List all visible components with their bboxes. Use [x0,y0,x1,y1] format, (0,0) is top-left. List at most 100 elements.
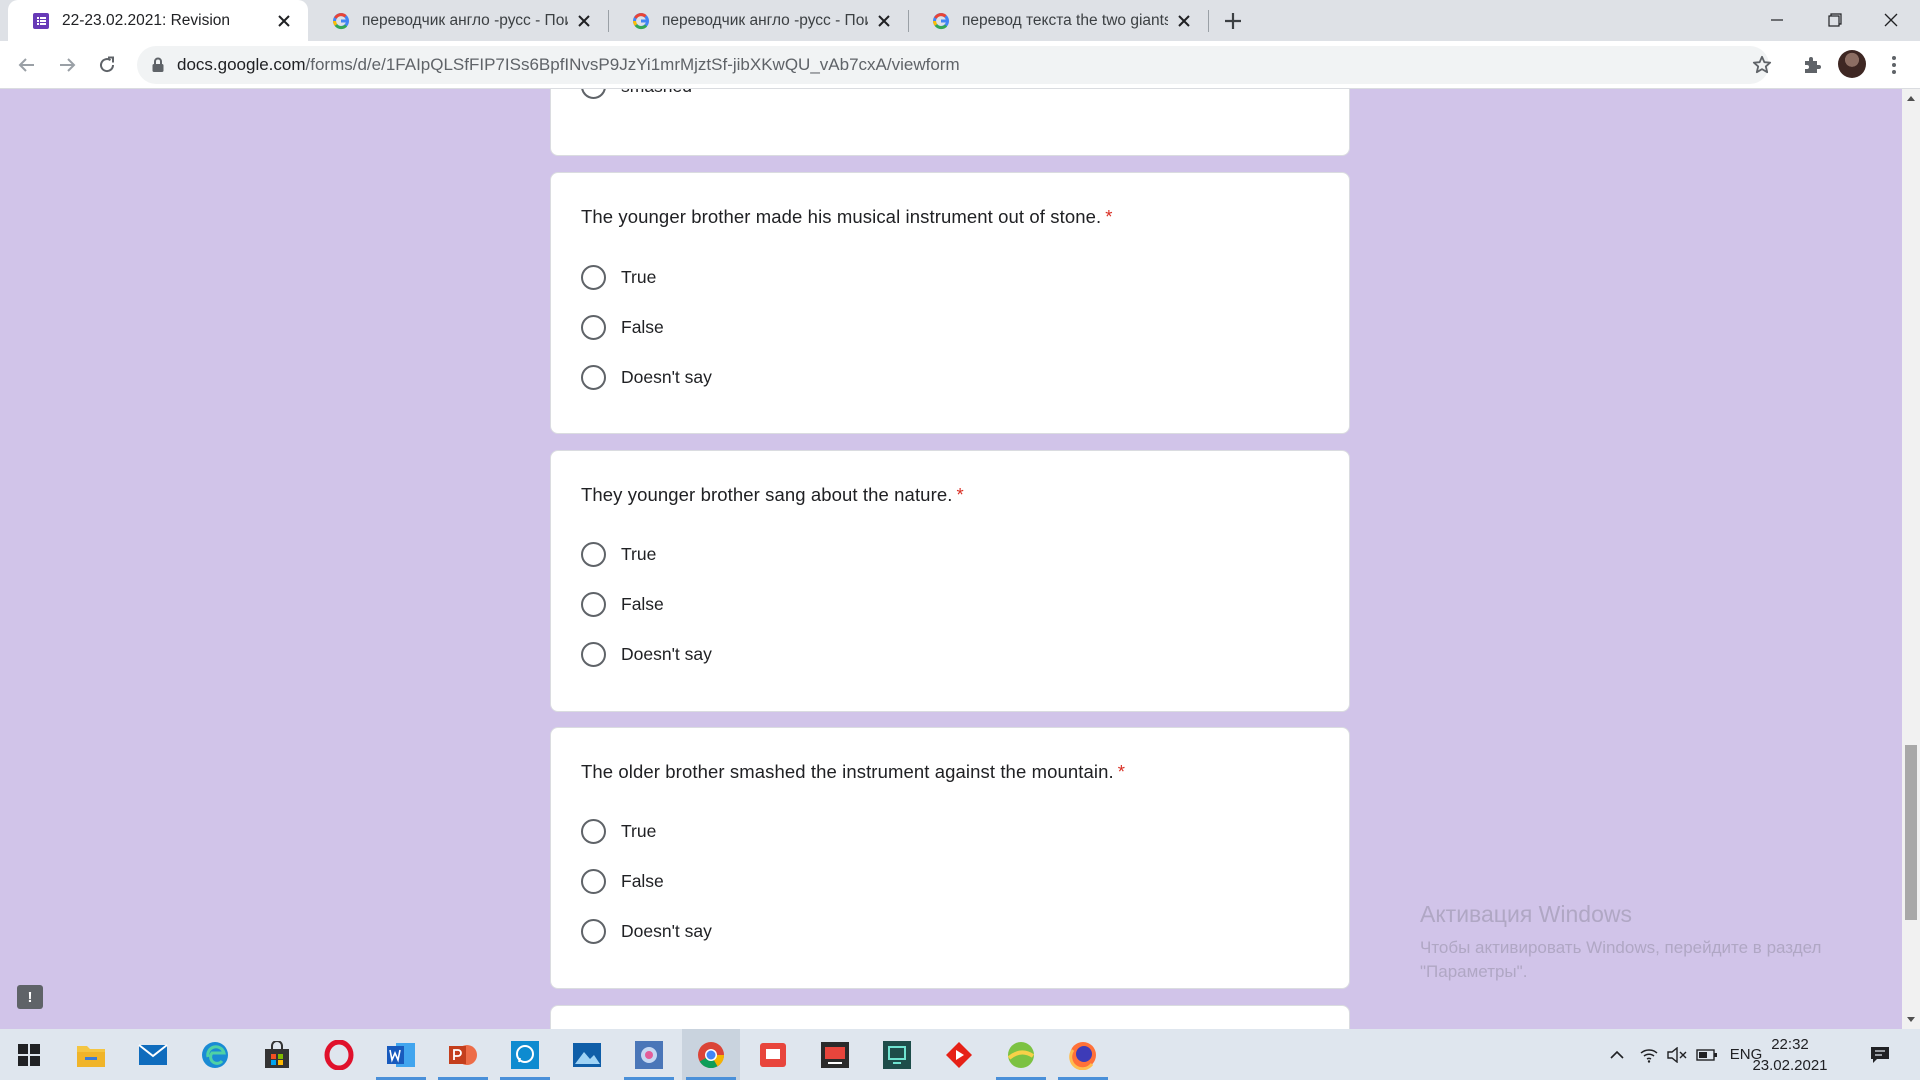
address-bar[interactable]: docs.google.com/forms/d/e/1FAIpQLSfFIP7I… [137,46,1769,84]
windows-taskbar: ENG 22:32 23.02.2021 [0,1029,1920,1080]
close-tab-icon[interactable] [874,11,894,31]
chrome-icon [698,1041,725,1068]
chevron-up-icon [1610,1050,1624,1059]
restore-icon [1828,13,1842,27]
close-tab-icon[interactable] [1174,11,1194,31]
close-tab-icon[interactable] [574,11,594,31]
option-doesnt-say[interactable]: Doesn't say [581,916,712,946]
battery-status[interactable] [1694,1029,1720,1080]
browser-toolbar: docs.google.com/forms/d/e/1FAIpQLSfFIP7I… [0,41,1920,89]
radio-button[interactable] [581,541,606,567]
tab-revision[interactable]: 22-23.02.2021: Revision [8,0,308,41]
taskbar-opera[interactable] [310,1029,368,1080]
taskbar-chrome[interactable] [682,1029,740,1080]
tab-title: переводчик англо -русс - Поиск [362,11,568,29]
scrollbar-thumb[interactable] [1905,745,1917,920]
photos-icon [573,1042,601,1067]
option-label: False [621,316,664,337]
volume-status[interactable] [1664,1029,1690,1080]
google-icon [333,12,349,29]
option-true[interactable]: True [581,816,656,846]
option-label: False [621,870,664,891]
question-text: The younger brother made his musical ins… [581,206,1102,227]
taskbar-screen-app[interactable] [868,1029,926,1080]
edge-icon [202,1041,228,1068]
required-asterisk: * [1117,761,1126,782]
taskbar-youtube-app[interactable] [930,1029,988,1080]
taskbar-store[interactable] [248,1029,306,1080]
google-icon [933,12,949,29]
option-false[interactable]: False [581,312,664,342]
puzzle-icon [1805,57,1821,73]
radio-button[interactable] [581,868,606,894]
powerpoint-icon [449,1044,477,1065]
radio-button[interactable] [581,89,606,99]
notification-icon [1871,1046,1889,1063]
question-text: They younger brother sang about the natu… [581,484,953,505]
reload-button[interactable] [91,49,123,81]
show-hidden-icons-button[interactable] [1604,1029,1630,1080]
option-true[interactable]: True [581,539,656,569]
radio-button[interactable] [581,314,606,340]
taskbar-file-explorer[interactable] [62,1029,120,1080]
close-window-button[interactable] [1862,0,1920,40]
option-doesnt-say[interactable]: Doesn't say [581,639,712,669]
radio-button[interactable] [581,591,606,617]
url-host: docs.google.com [177,55,306,74]
tab-search-2[interactable]: переводчик англо -русс - Поиск [608,0,908,41]
network-status[interactable] [1636,1029,1662,1080]
question-card-previous: smashed [550,89,1350,156]
bookmark-button[interactable] [1746,49,1778,81]
radio-button[interactable] [581,641,606,667]
taskbar-green-app[interactable] [992,1029,1050,1080]
new-tab-button[interactable] [1219,7,1247,35]
taskbar-word[interactable] [372,1029,430,1080]
back-button[interactable] [11,49,43,81]
question-title: The older brother smashed the instrument… [581,761,1125,783]
taskbar-whatsapp[interactable] [496,1029,554,1080]
taskbar-mail[interactable] [124,1029,182,1080]
tab-search-3[interactable]: перевод текста the two giants - [908,0,1208,41]
taskbar-firefox[interactable] [1054,1029,1112,1080]
folder-icon [77,1045,105,1067]
scroll-up-arrow-icon[interactable] [1902,89,1920,107]
taskbar-powerpoint[interactable] [434,1029,492,1080]
avatar[interactable] [1838,50,1866,78]
forward-button[interactable] [51,49,83,81]
menu-button[interactable] [1878,49,1910,81]
taskbar-presentation-app[interactable] [806,1029,864,1080]
app-icon [1007,1041,1035,1068]
system-clock[interactable]: 22:32 23.02.2021 [1745,1034,1835,1076]
option-false[interactable]: False [581,589,664,619]
extensions-button[interactable] [1796,49,1828,81]
tab-search-1[interactable]: переводчик англо -русс - Поиск [308,0,608,41]
minimize-icon [1771,19,1783,21]
volume-muted-icon [1667,1046,1687,1063]
question-card-next [550,1005,1350,1029]
option-smashed[interactable]: smashed [581,89,692,101]
start-button[interactable] [0,1029,58,1080]
minimize-button[interactable] [1748,0,1806,40]
clock-date: 23.02.2021 [1752,1057,1828,1074]
option-false[interactable]: False [581,866,664,896]
radio-button[interactable] [581,264,606,290]
page-scrollbar[interactable] [1902,89,1920,1029]
lock-icon [152,57,164,72]
option-true[interactable]: True [581,262,656,292]
radio-button[interactable] [581,918,606,944]
option-label: smashed [621,89,692,97]
close-tab-icon[interactable] [274,11,294,31]
scroll-down-arrow-icon[interactable] [1902,1011,1920,1029]
report-problem-icon[interactable]: ! [17,985,43,1009]
taskbar-image-viewer[interactable] [620,1029,678,1080]
notifications-button[interactable] [1862,1029,1898,1080]
taskbar-edge[interactable] [186,1029,244,1080]
restore-button[interactable] [1806,0,1864,40]
radio-button[interactable] [581,364,606,390]
taskbar-screen-recorder[interactable] [744,1029,802,1080]
firefox-icon [1069,1041,1096,1070]
taskbar-photos[interactable] [558,1029,616,1080]
option-label: Doesn't say [621,366,712,387]
option-doesnt-say[interactable]: Doesn't say [581,362,712,392]
radio-button[interactable] [581,818,606,844]
